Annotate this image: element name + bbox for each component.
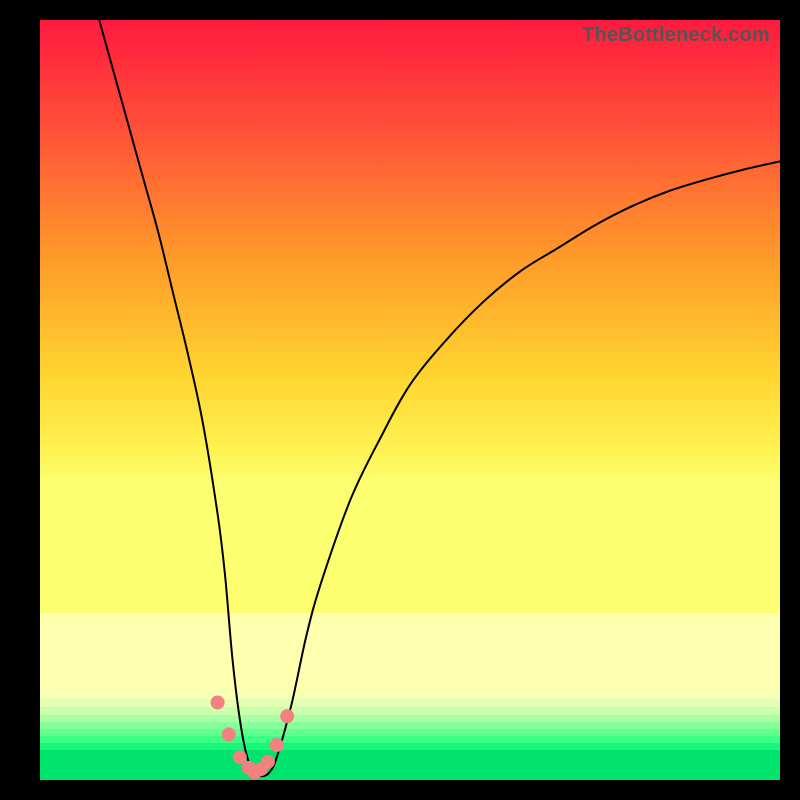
bottleneck-marker xyxy=(280,709,294,723)
bottleneck-marker xyxy=(211,695,225,709)
bottleneck-curve xyxy=(99,20,780,776)
chart-stage: TheBottleneck.com xyxy=(0,0,800,800)
plot-area: TheBottleneck.com xyxy=(40,20,780,780)
curve-layer xyxy=(40,20,780,780)
bottleneck-marker xyxy=(261,755,275,769)
bottleneck-marker xyxy=(222,727,236,741)
bottleneck-marker xyxy=(270,738,284,752)
